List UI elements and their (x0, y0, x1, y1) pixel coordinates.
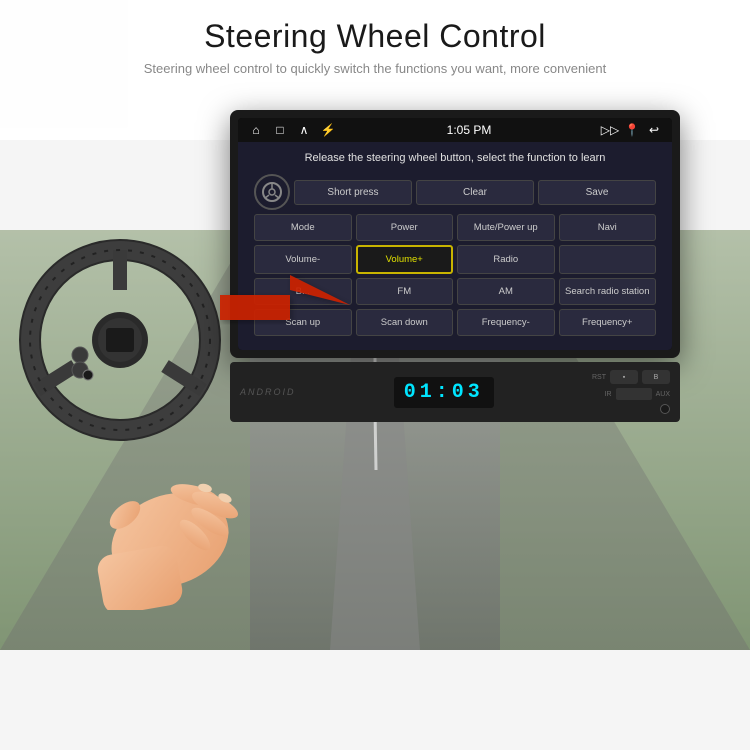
b-unit-button[interactable]: B (642, 370, 670, 384)
save-button[interactable]: Save (538, 180, 656, 205)
usb-icon: ⚡ (320, 122, 336, 138)
page-title: Steering Wheel Control (60, 18, 690, 55)
status-icons-left: ⌂ □ ∧ ⚡ (248, 122, 336, 138)
up-icon: ∧ (296, 122, 312, 138)
frequency-down-button[interactable]: Frequency- (457, 309, 555, 336)
steering-wheel-icon (254, 174, 290, 210)
home-icon: ⌂ (248, 122, 264, 138)
am-button[interactable]: AM (457, 278, 555, 305)
clear-button[interactable]: Clear (416, 180, 534, 205)
time-display: 01:03 (394, 377, 494, 408)
status-icons-right: ▷▷ 📍 ↩ (602, 122, 662, 138)
unit-controls: RST ▪ B IR AUX (592, 370, 670, 414)
rst-label: RST (592, 374, 606, 381)
back-icon: ↩ (646, 122, 662, 138)
physical-unit: ANDROID 01:03 RST ▪ B IR AUX (230, 362, 680, 422)
hand-container (40, 430, 290, 610)
cast-icon: ▷▷ (602, 122, 618, 138)
ir-label: IR (605, 391, 612, 398)
page-subtitle: Steering wheel control to quickly switch… (60, 61, 690, 76)
fm-button[interactable]: FM (356, 278, 454, 305)
navi-button[interactable]: Navi (559, 214, 657, 241)
volume-up-button[interactable]: Volume+ (356, 245, 454, 274)
scene-wrapper: Steering Wheel Control Steering wheel co… (0, 0, 750, 650)
frequency-up-button[interactable]: Frequency+ (559, 309, 657, 336)
location-icon: 📍 (624, 122, 640, 138)
rst-button[interactable]: ▪ (610, 370, 638, 384)
empty-button-1 (559, 245, 657, 274)
scan-down-button[interactable]: Scan down (356, 309, 454, 336)
status-time: 1:05 PM (447, 123, 492, 137)
aux-label: AUX (656, 391, 670, 398)
radio-button[interactable]: Radio (457, 245, 555, 274)
power-button[interactable]: Power (356, 214, 454, 241)
status-bar: ⌂ □ ∧ ⚡ 1:05 PM ▷▷ 📍 ↩ (238, 118, 672, 142)
grid-row-1: Mode Power Mute/Power up Navi (250, 214, 660, 241)
instruction-text: Release the steering wheel button, selec… (250, 152, 660, 164)
search-radio-button[interactable]: Search radio station (559, 278, 657, 305)
top-button-row: Short press Clear Save (250, 174, 660, 210)
red-arrow (220, 265, 350, 345)
mute-power-button[interactable]: Mute/Power up (457, 214, 555, 241)
mode-button[interactable]: Mode (254, 214, 352, 241)
screen-icon: □ (272, 122, 288, 138)
short-press-button[interactable]: Short press (294, 180, 412, 205)
